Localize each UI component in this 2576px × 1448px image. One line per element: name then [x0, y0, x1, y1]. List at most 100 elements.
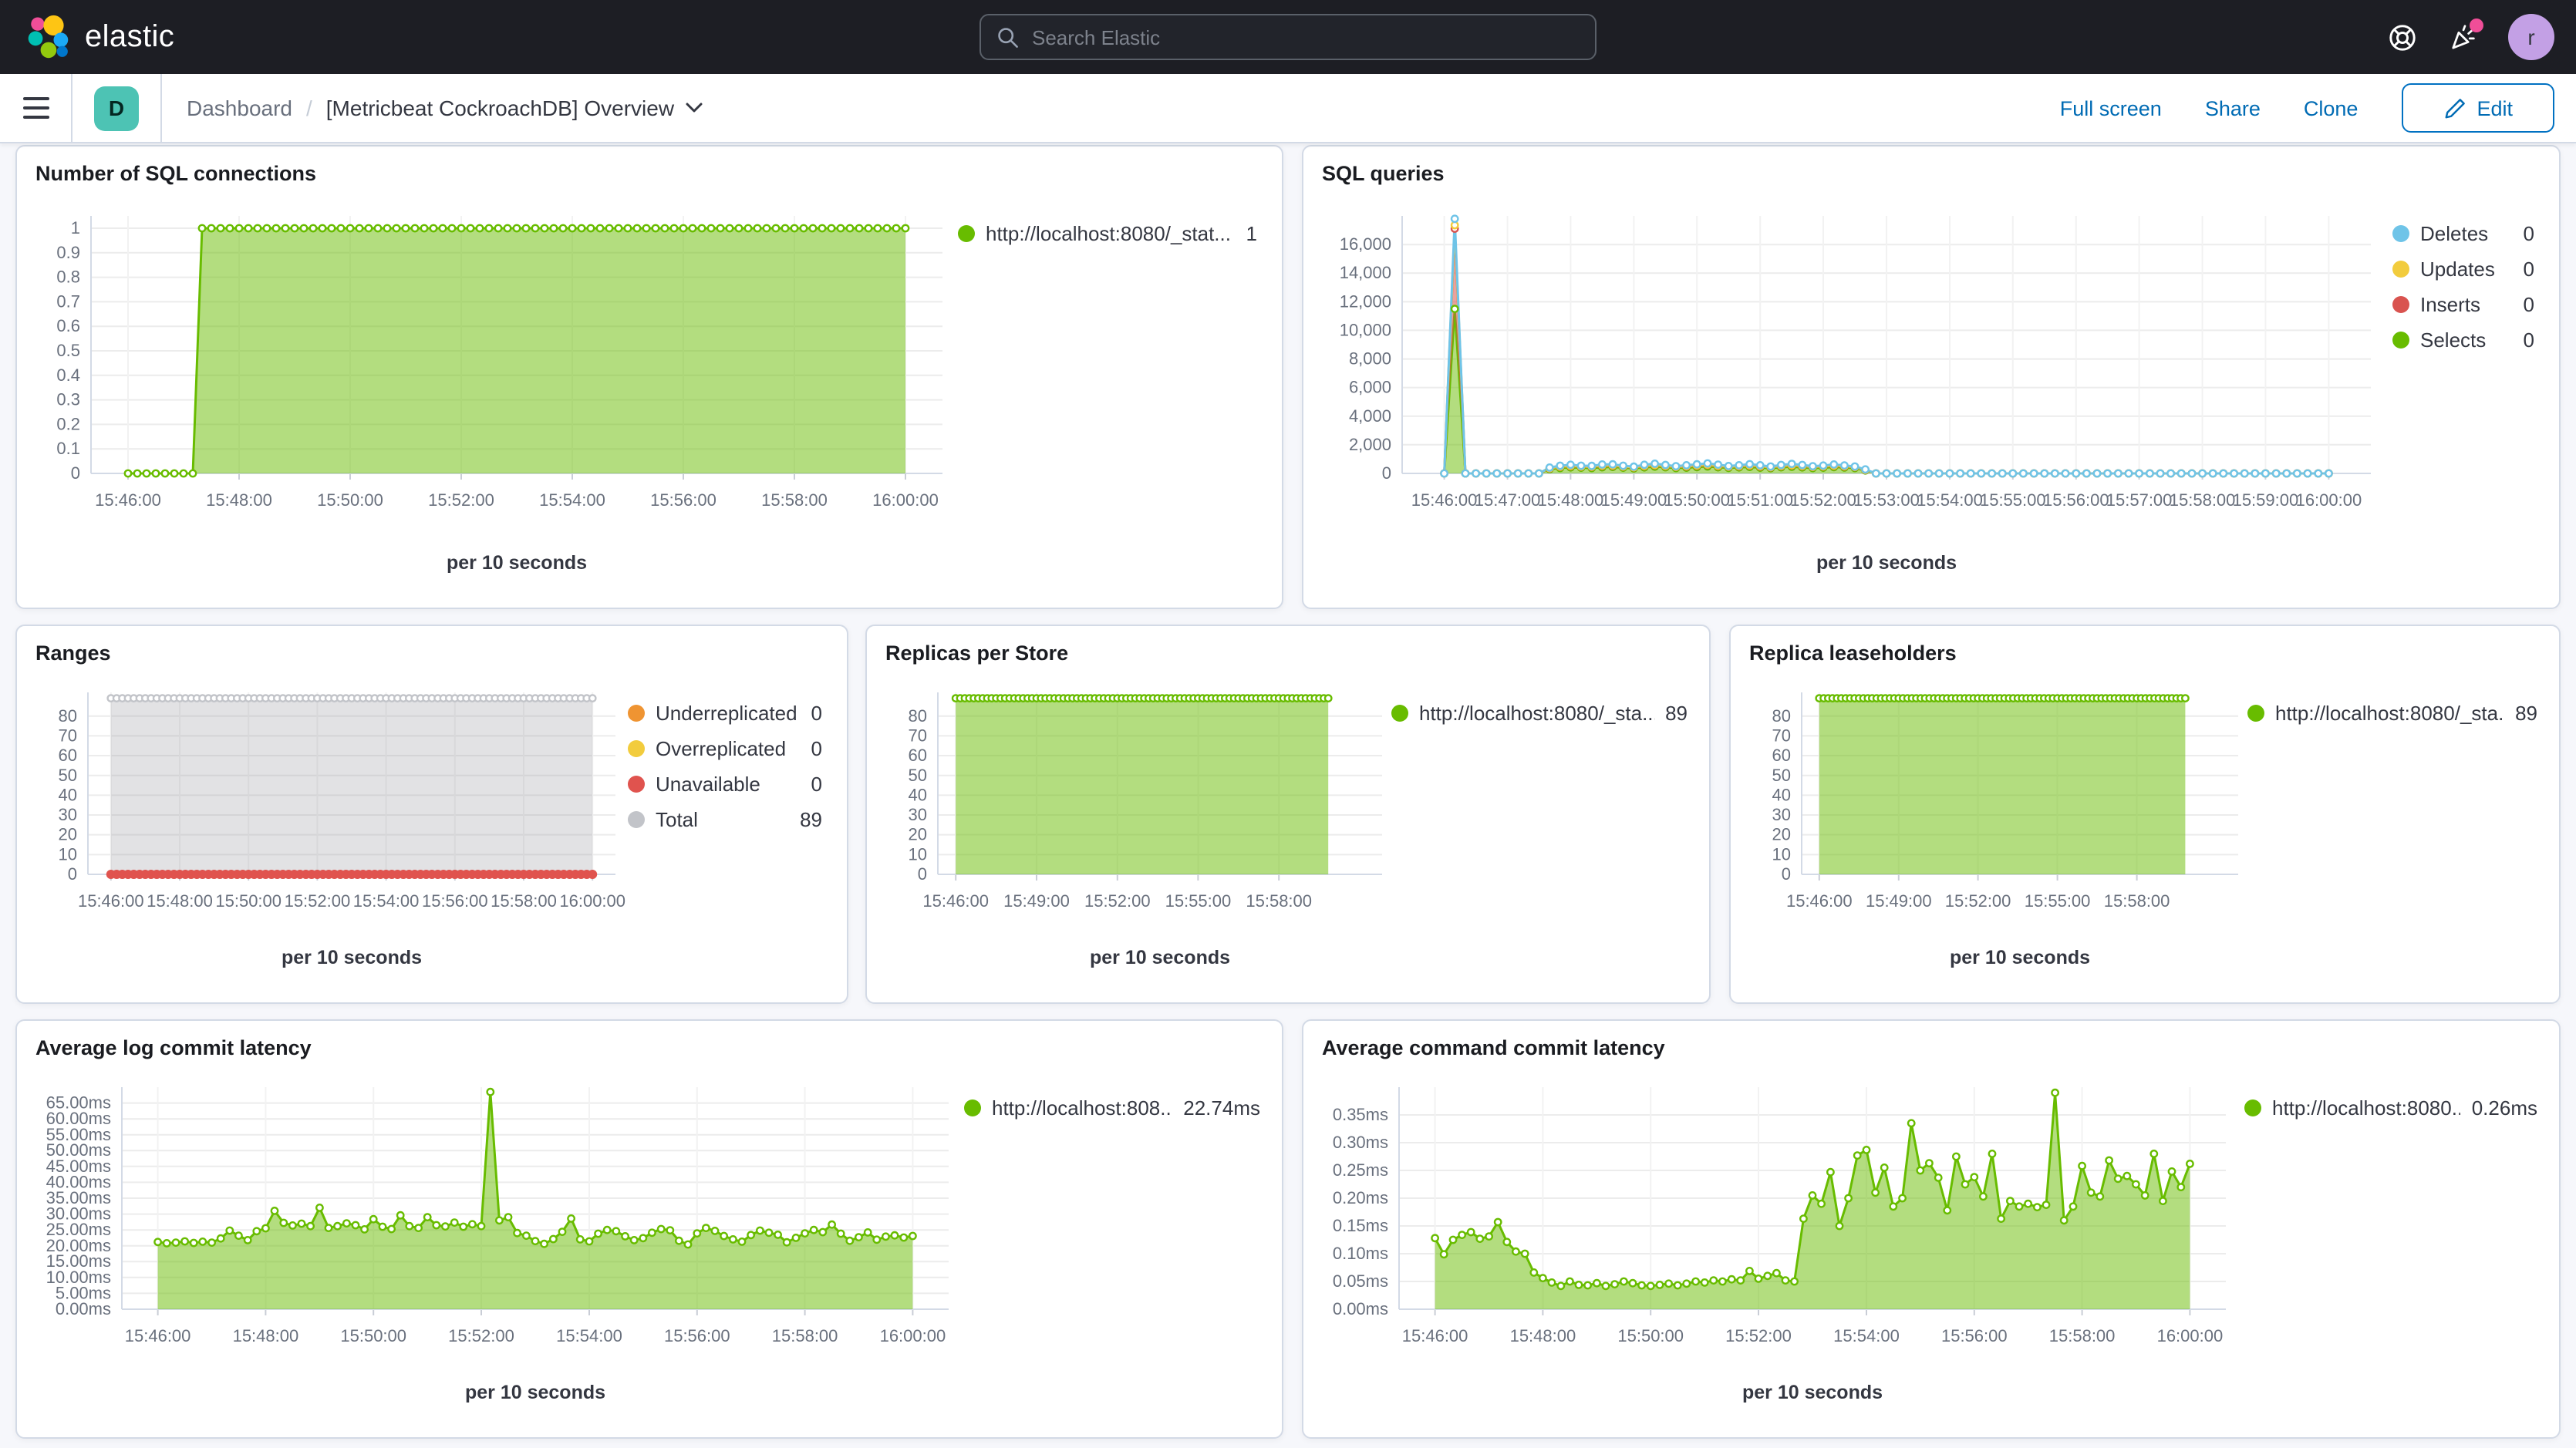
menu-hamburger-button[interactable] [0, 74, 71, 142]
svg-text:per 10 seconds: per 10 seconds [447, 552, 587, 574]
svg-text:16:00:00: 16:00:00 [2296, 490, 2362, 510]
chevron-down-icon [685, 102, 703, 114]
legend-item[interactable]: Selects0 [2392, 328, 2541, 352]
svg-text:30: 30 [1772, 805, 1791, 824]
svg-text:15:58:00: 15:58:00 [2170, 490, 2236, 510]
logo-wordmark: elastic [85, 19, 174, 55]
nav-divider [71, 74, 72, 142]
legend-item[interactable]: Deletes0 [2392, 222, 2541, 245]
newsfeed-button[interactable] [2448, 22, 2477, 52]
panel-ranges: Ranges 0102030405060708015:46:0015:48:00… [15, 625, 848, 1004]
legend-label: http://localhost:8080/_sta... [2275, 702, 2504, 725]
legend-item[interactable]: http://localhost:808... 22.74ms [964, 1096, 1266, 1120]
legend-label: Deletes [2420, 222, 2488, 245]
series-color-dot [2244, 1099, 2261, 1116]
panel-title: Average command commit latency [1322, 1036, 2541, 1059]
svg-text:15:55:00: 15:55:00 [1980, 490, 2046, 510]
legend-item[interactable]: http://localhost:8080/_stat...1 [958, 222, 1263, 245]
series-color-dot [628, 776, 645, 793]
svg-text:8,000: 8,000 [1349, 349, 1391, 369]
svg-text:80: 80 [1772, 706, 1791, 726]
chart-legend: Deletes0 Updates0 Inserts0 Selects0 [2392, 188, 2541, 598]
help-button[interactable] [2388, 22, 2417, 52]
search-placeholder: Search Elastic [1032, 25, 1160, 49]
svg-text:16:00:00: 16:00:00 [872, 490, 939, 510]
svg-text:15:54:00: 15:54:00 [353, 891, 420, 911]
elastic-logo[interactable]: elastic [0, 14, 199, 60]
svg-text:0.00ms: 0.00ms [1333, 1299, 1388, 1318]
clone-button[interactable]: Clone [2304, 96, 2359, 120]
series-color-dot [2392, 261, 2409, 278]
legend-value: 89 [1665, 702, 1694, 725]
svg-text:15:58:00: 15:58:00 [2049, 1326, 2116, 1345]
full-screen-button[interactable]: Full screen [2060, 96, 2162, 120]
svg-text:60: 60 [909, 746, 927, 765]
dashboard-title-text: [Metricbeat CockroachDB] Overview [326, 96, 674, 120]
share-button[interactable]: Share [2205, 96, 2261, 120]
svg-text:30: 30 [909, 805, 927, 824]
svg-text:per 10 seconds: per 10 seconds [1816, 552, 1957, 574]
panel-average-log-commit-latency: Average log commit latency 0.00ms5.00ms1… [15, 1019, 1283, 1439]
svg-text:1: 1 [71, 218, 80, 237]
area-chart: 0102030405060708015:46:0015:49:0015:52:0… [885, 668, 1391, 993]
svg-text:0.30ms: 0.30ms [1333, 1133, 1388, 1152]
legend-label: Inserts [2420, 293, 2480, 316]
legend-item[interactable]: Overreplicated0 [628, 737, 828, 760]
chart-legend: Underreplicated0Overreplicated0Unavailab… [628, 668, 828, 993]
legend-item[interactable]: Inserts0 [2392, 293, 2541, 316]
space-badge[interactable]: D [94, 86, 139, 130]
svg-text:15:46:00: 15:46:00 [1402, 1326, 1468, 1345]
svg-text:15:55:00: 15:55:00 [2025, 891, 2091, 911]
area-chart: 0.00ms5.00ms10.00ms15.00ms20.00ms25.00ms… [35, 1062, 964, 1428]
panel-sql-queries: SQL queries 02,0004,0006,0008,00010,0001… [1302, 145, 2561, 609]
legend-label: http://localhost:8080/_sta... [1419, 702, 1654, 725]
search-input[interactable]: Search Elastic [979, 14, 1597, 60]
legend-item[interactable]: http://localhost:8080...0.26ms [2244, 1096, 2544, 1120]
help-icon [2388, 22, 2417, 52]
legend-value: 0 [811, 773, 828, 796]
top-chrome-bar: elastic Search Elastic [0, 0, 2576, 74]
svg-text:15:58:00: 15:58:00 [772, 1326, 838, 1345]
legend-item[interactable]: Unavailable0 [628, 773, 828, 796]
svg-text:15:46:00: 15:46:00 [1786, 891, 1853, 911]
series-color-dot [1391, 705, 1408, 722]
legend-item[interactable]: http://localhost:8080/_sta... 89 [1391, 702, 1694, 725]
svg-text:0.8: 0.8 [56, 268, 80, 287]
edit-button[interactable]: Edit [2401, 83, 2554, 133]
svg-text:0.5: 0.5 [56, 341, 80, 360]
svg-text:65.00ms: 65.00ms [46, 1093, 111, 1113]
svg-text:15:50:00: 15:50:00 [215, 891, 282, 911]
legend-value: 22.74ms [1183, 1096, 1266, 1120]
svg-text:15:59:00: 15:59:00 [2233, 490, 2299, 510]
svg-text:40: 40 [909, 785, 927, 804]
svg-text:per 10 seconds: per 10 seconds [1742, 1382, 1883, 1403]
svg-text:15:56:00: 15:56:00 [650, 490, 716, 510]
legend-item[interactable]: Underreplicated0 [628, 702, 828, 725]
svg-text:70: 70 [1772, 726, 1791, 745]
dashboard-title[interactable]: [Metricbeat CockroachDB] Overview [326, 96, 703, 120]
legend-item[interactable]: Updates0 [2392, 258, 2541, 281]
svg-text:16:00:00: 16:00:00 [880, 1326, 946, 1345]
dashboard-nav-bar: D Dashboard / [Metricbeat CockroachDB] O… [0, 74, 2576, 143]
legend-item[interactable]: Total89 [628, 808, 828, 831]
notification-badge [2470, 18, 2483, 32]
breadcrumb-dashboard-link[interactable]: Dashboard [187, 96, 292, 120]
svg-text:40: 40 [59, 785, 77, 804]
series-color-dot [2392, 225, 2409, 242]
panel-replica-leaseholders: Replica leaseholders 0102030405060708015… [1729, 625, 2561, 1004]
svg-text:15:49:00: 15:49:00 [1601, 490, 1667, 510]
panel-average-command-commit-latency: Average command commit latency 0.00ms0.0… [1302, 1019, 2561, 1439]
legend-item[interactable]: http://localhost:8080/_sta...89 [2247, 702, 2544, 725]
series-color-dot [964, 1099, 981, 1116]
svg-text:16,000: 16,000 [1340, 234, 1391, 254]
legend-label: Underreplicated [656, 702, 797, 725]
svg-text:0: 0 [68, 864, 77, 884]
svg-text:15:56:00: 15:56:00 [422, 891, 488, 911]
legend-label: http://localhost:808... [992, 1096, 1172, 1120]
svg-text:15:58:00: 15:58:00 [761, 490, 828, 510]
svg-text:70: 70 [909, 726, 927, 745]
user-avatar[interactable]: r [2508, 14, 2554, 60]
breadcrumb: Dashboard / [Metricbeat CockroachDB] Ove… [187, 96, 703, 120]
svg-text:6,000: 6,000 [1349, 378, 1391, 397]
svg-text:15:56:00: 15:56:00 [2043, 490, 2109, 510]
